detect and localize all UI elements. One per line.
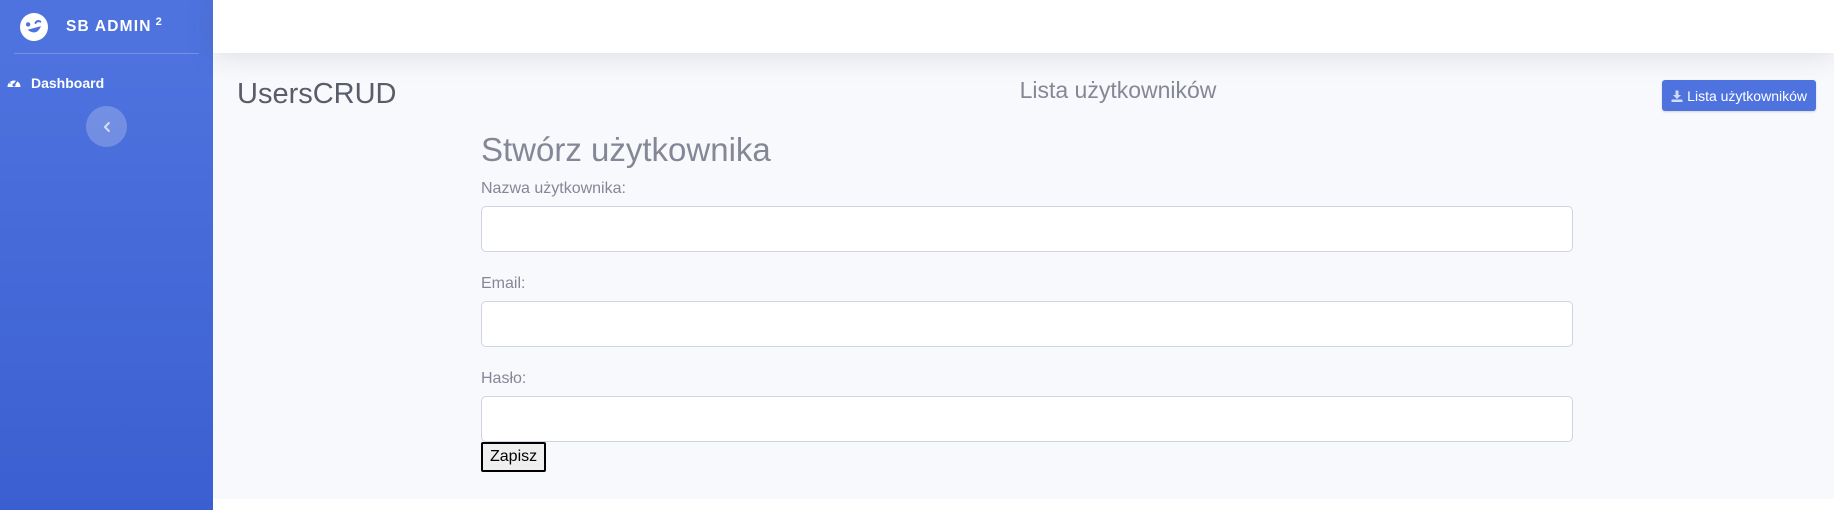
password-label: Hasło:: [481, 370, 527, 387]
footer: [213, 499, 1834, 510]
email-group: Email:: [481, 275, 1573, 347]
brand-superscript: 2: [155, 16, 163, 29]
laugh-wink-icon: [14, 7, 53, 46]
sidebar-item-label: Dashboard: [31, 75, 105, 91]
sidebar-brand[interactable]: SB ADMIN 2: [0, 0, 213, 53]
main-content: UsersCRUD Lista użytkowników Lista użytk…: [213, 53, 1834, 499]
create-user-form: Stwórz użytkownika Nazwa użytkownika: Em…: [481, 131, 1573, 472]
email-label: Email:: [481, 275, 526, 292]
sidebar-item-dashboard[interactable]: Dashboard: [0, 54, 213, 112]
download-icon: [1671, 90, 1683, 102]
topbar: [213, 0, 1834, 53]
form-title: Stwórz użytkownika: [481, 131, 771, 168]
user-list-button[interactable]: Lista użytkowników: [1662, 80, 1816, 111]
username-input[interactable]: [481, 206, 1573, 252]
password-input[interactable]: [481, 396, 1573, 442]
chevron-left-icon: [102, 121, 112, 133]
username-group: Nazwa użytkownika:: [481, 180, 1573, 252]
user-list-button-label: Lista użytkowników: [1687, 87, 1807, 104]
email-input[interactable]: [481, 301, 1573, 347]
app-name: UsersCRUD: [237, 78, 397, 110]
save-button[interactable]: Zapisz: [481, 442, 547, 472]
page-heading: Lista użytkowników: [1019, 77, 1217, 103]
tachometer-icon: [6, 75, 22, 91]
content-wrapper: UsersCRUD Lista użytkowników Lista użytk…: [213, 0, 1834, 510]
username-label: Nazwa użytkownika:: [481, 180, 626, 197]
brand-text: SB ADMIN 2: [66, 16, 163, 36]
password-group: Hasło:: [481, 370, 1573, 442]
sidebar-toggle-button[interactable]: [86, 106, 127, 147]
sidebar-toggle-container: [0, 106, 213, 147]
sidebar: SB ADMIN 2 Dashboard: [0, 0, 213, 510]
